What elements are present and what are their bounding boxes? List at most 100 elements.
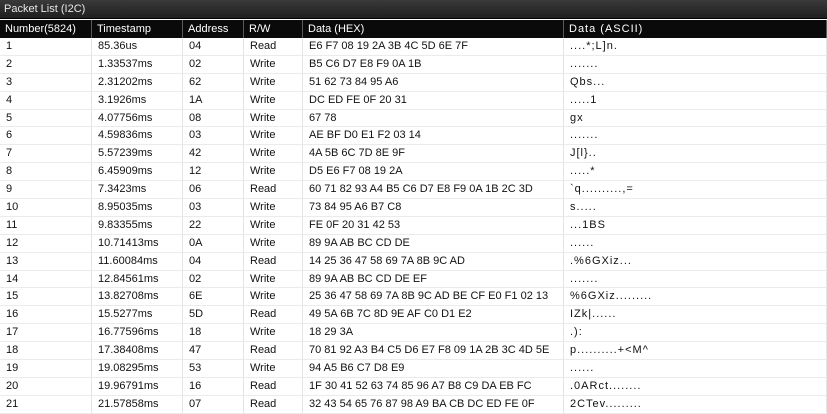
column-header-number[interactable]: Number(5824): [0, 20, 92, 38]
cell-rw: Write: [244, 199, 303, 216]
cell-data-hex: 67 78: [303, 109, 564, 127]
cell-data-ascii: .....1: [564, 91, 827, 109]
window-title: Packet List (I2C): [0, 0, 827, 19]
table-row[interactable]: 4 3.1926ms 1A Write DC ED FE 0F 20 31 .....1: [0, 91, 827, 110]
cell-data-hex: 89 9A AB BC CD DE: [303, 234, 564, 252]
cell-timestamp: 12.84561ms: [92, 270, 183, 288]
cell-timestamp: 19.08295ms: [92, 360, 183, 377]
cell-timestamp: 11.60084ms: [92, 252, 183, 270]
table-row[interactable]: 2 1.33537ms 02 Write B5 C6 D7 E8 F9 0A 1B...…: [0, 55, 827, 74]
column-header-data-hex[interactable]: Data (HEX): [303, 20, 564, 38]
cell-data-hex: B5 C6 D7 E8 F9 0A 1B: [303, 55, 564, 73]
cell-rw: Write: [244, 145, 303, 163]
table-row[interactable]: 1 85.36us 04 Read E6 F7 08 19 2A 3B 4C 5D 6E…: [0, 38, 827, 56]
cell-data-ascii: .....*: [564, 163, 827, 181]
table-row[interactable]: 10 8.95035ms 03 Write 73 84 95 A6 B7 C8 s....…: [0, 199, 827, 217]
cell-address: 04: [183, 252, 244, 270]
table-row[interactable]: 17 16.77596ms 18 Write 18 29 3A.):: [0, 324, 827, 343]
cell-data-ascii: .0ARct........: [564, 377, 827, 395]
cell-address: 02: [183, 270, 244, 288]
cell-timestamp: 19.96791ms: [92, 377, 183, 395]
cell-number: 18: [0, 342, 92, 360]
table-row[interactable]: 7 5.57239ms 42 Write 4A 5B 6C 7D 8E 9F J[l}..: [0, 145, 827, 164]
cell-number: 5: [0, 109, 92, 127]
cell-number: 14: [0, 270, 92, 288]
column-header-timestamp[interactable]: Timestamp: [92, 20, 183, 38]
column-header-data-ascii[interactable]: Data (ASCII): [564, 20, 827, 38]
cell-data-hex: 60 71 82 93 A4 B5 C6 D7 E8 F9 0A 1B 2C 3…: [303, 181, 564, 199]
cell-data-ascii: .):: [564, 324, 827, 342]
cell-rw: Read: [244, 38, 303, 55]
cell-data-ascii: gx: [564, 109, 827, 127]
cell-number: 3: [0, 73, 92, 91]
cell-rw: Read: [244, 342, 303, 360]
cell-data-hex: DC ED FE 0F 20 31: [303, 91, 564, 109]
cell-data-hex: 73 84 95 A6 B7 C8: [303, 199, 564, 216]
cell-rw: Read: [244, 395, 303, 413]
table-row[interactable]: 13 11.60084ms 04 Read 14 25 36 47 58 69 7A 8…: [0, 252, 827, 271]
cell-address: 16: [183, 377, 244, 395]
cell-timestamp: 2.31202ms: [92, 73, 183, 91]
table-row[interactable]: 18 17.38408ms 47 Read 70 81 92 A3 B4 C5 D6 E…: [0, 342, 827, 361]
cell-number: 7: [0, 145, 92, 163]
cell-data-hex: 32 43 54 65 76 87 98 A9 BA CB DC ED FE 0…: [303, 395, 564, 413]
cell-number: 20: [0, 377, 92, 395]
table-row[interactable]: 6 4.59836ms 03 Write AE BF D0 E1 F2 03 14...…: [0, 127, 827, 146]
cell-number: 1: [0, 38, 92, 55]
cell-timestamp: 13.82708ms: [92, 288, 183, 306]
cell-data-ascii: .......: [564, 127, 827, 145]
cell-timestamp: 16.77596ms: [92, 324, 183, 342]
table-row[interactable]: 11 9.83355ms 22 Write FE 0F 20 31 42 53 ...1B…: [0, 216, 827, 235]
cell-address: 1A: [183, 91, 244, 109]
cell-number: 13: [0, 252, 92, 270]
cell-number: 8: [0, 163, 92, 181]
column-header-address[interactable]: Address: [183, 20, 244, 38]
cell-address: 47: [183, 342, 244, 360]
cell-timestamp: 4.59836ms: [92, 127, 183, 145]
cell-data-ascii: ......: [564, 360, 827, 377]
cell-timestamp: 7.3423ms: [92, 181, 183, 199]
table-row[interactable]: 8 6.45909ms 12 Write D5 E6 F7 08 19 2A .....*: [0, 163, 827, 182]
cell-data-ascii: ...1BS: [564, 216, 827, 234]
cell-rw: Read: [244, 377, 303, 395]
cell-data-ascii: IZk|......: [564, 306, 827, 324]
table-row[interactable]: 15 13.82708ms 6E Write 25 36 47 58 69 7A 8B …: [0, 288, 827, 307]
table-row[interactable]: 5 4.07756ms 08 Write 67 78 gx: [0, 109, 827, 128]
cell-data-hex: 94 A5 B6 C7 D8 E9: [303, 360, 564, 377]
cell-timestamp: 8.95035ms: [92, 199, 183, 216]
cell-address: 53: [183, 360, 244, 377]
cell-address: 04: [183, 38, 244, 55]
cell-data-hex: 49 5A 6B 7C 8D 9E AF C0 D1 E2: [303, 306, 564, 324]
cell-number: 6: [0, 127, 92, 145]
column-header-rw[interactable]: R/W: [244, 20, 303, 38]
cell-address: 62: [183, 73, 244, 91]
cell-address: 22: [183, 216, 244, 234]
cell-data-ascii: 2CTev.........: [564, 395, 827, 413]
cell-number: 4: [0, 91, 92, 109]
table-row[interactable]: 14 12.84561ms 02 Write 89 9A AB BC CD DE EF.…: [0, 270, 827, 289]
cell-timestamp: 15.5277ms: [92, 306, 183, 324]
cell-timestamp: 10.71413ms: [92, 234, 183, 252]
cell-address: 42: [183, 145, 244, 163]
cell-data-ascii: J[l}..: [564, 145, 827, 163]
cell-address: 08: [183, 109, 244, 127]
cell-data-ascii: ....*;L]n.: [564, 38, 827, 55]
table-row[interactable]: 21 21.57858ms 07 Read 32 43 54 65 76 87 98 A…: [0, 395, 827, 414]
cell-timestamp: 5.57239ms: [92, 145, 183, 163]
table-row[interactable]: 20 19.96791ms 16 Read 1F 30 41 52 63 74 85 9…: [0, 377, 827, 396]
packet-table-body: 1 85.36us 04 Read E6 F7 08 19 2A 3B 4C 5D 6E…: [0, 38, 827, 414]
table-row[interactable]: 16 15.5277ms 5D Read 49 5A 6B 7C 8D 9E AF C0…: [0, 306, 827, 325]
cell-timestamp: 6.45909ms: [92, 163, 183, 181]
cell-rw: Read: [244, 306, 303, 324]
cell-rw: Write: [244, 127, 303, 145]
table-row[interactable]: 12 10.71413ms 0A Write 89 9A AB BC CD DE....…: [0, 234, 827, 253]
table-row[interactable]: 3 2.31202ms 62 Write 51 62 73 84 95 A6 Qbs...: [0, 73, 827, 92]
table-row[interactable]: 19 19.08295ms 53 Write 94 A5 B6 C7 D8 E9....…: [0, 360, 827, 378]
cell-rw: Read: [244, 181, 303, 199]
cell-timestamp: 3.1926ms: [92, 91, 183, 109]
cell-data-hex: FE 0F 20 31 42 53: [303, 216, 564, 234]
table-row[interactable]: 9 7.3423ms 06 Read 60 71 82 93 A4 B5 C6 D7 E…: [0, 181, 827, 200]
cell-data-ascii: .......: [564, 270, 827, 288]
cell-timestamp: 85.36us: [92, 38, 183, 55]
cell-number: 16: [0, 306, 92, 324]
